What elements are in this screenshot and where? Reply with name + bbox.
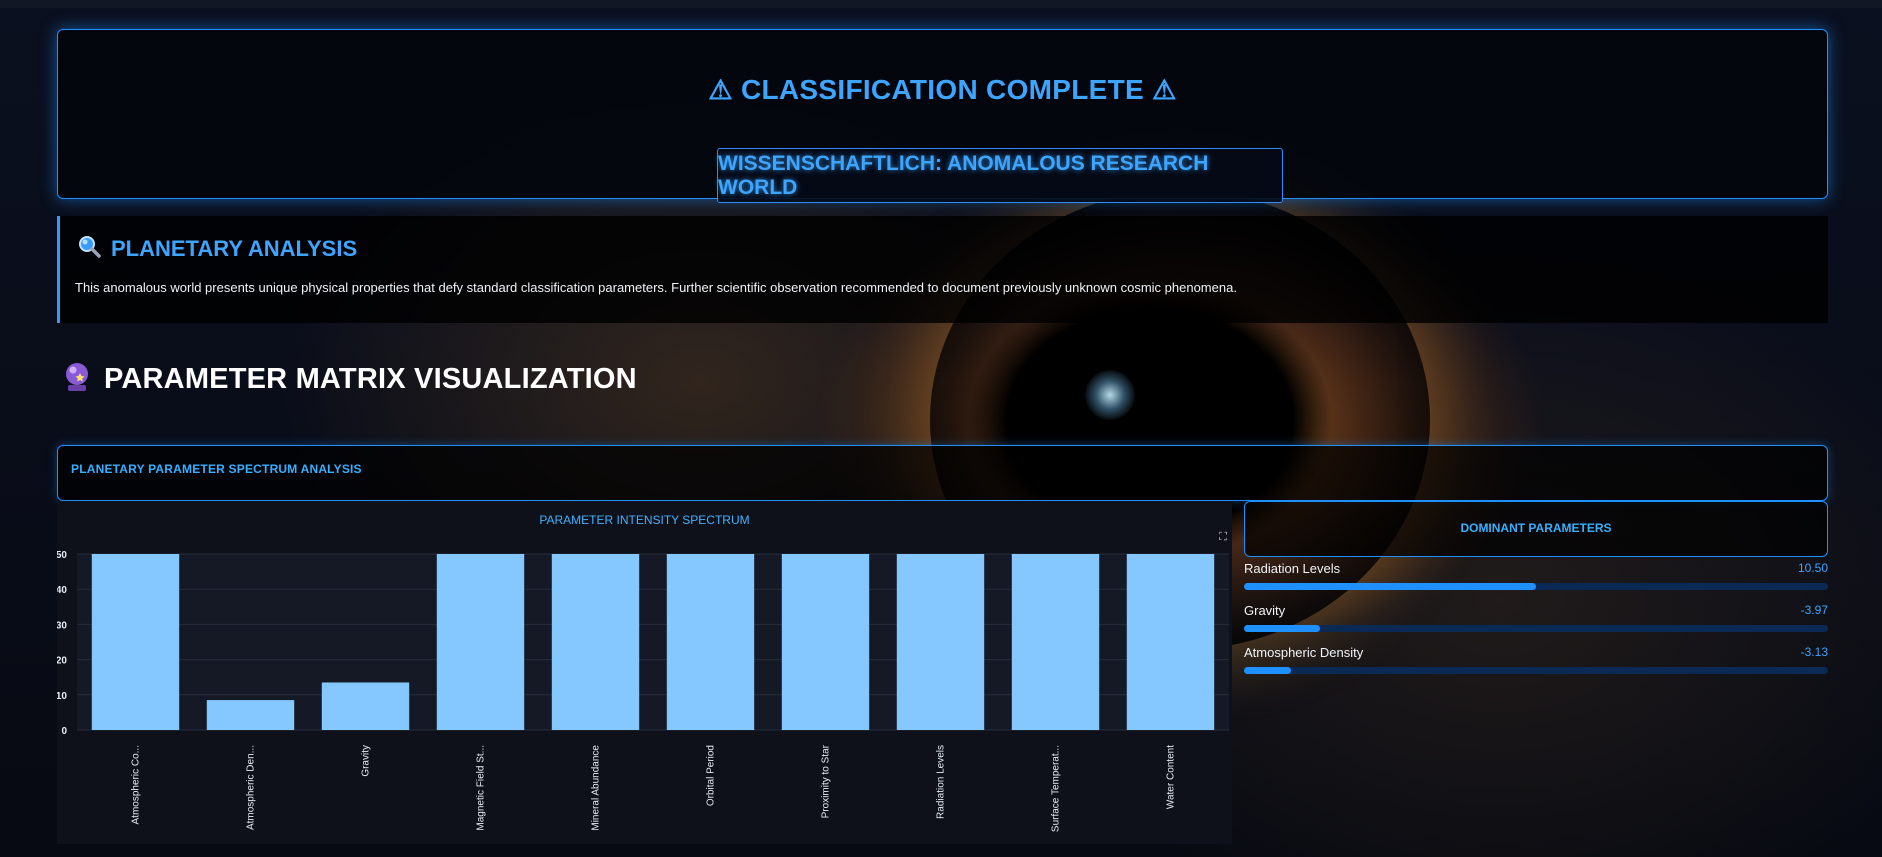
param-bar-track [1244, 625, 1828, 632]
x-tick-label: Proximity to Star [821, 744, 832, 818]
bar[interactable] [666, 554, 755, 730]
bar[interactable] [321, 682, 410, 730]
param-bar-fill [1244, 667, 1291, 674]
chart-title: PARAMETER INTENSITY SPECTRUM [539, 513, 750, 527]
param-name: Gravity [1244, 603, 1286, 618]
crystal-ball-icon [62, 361, 92, 398]
analysis-heading: PLANETARY ANALYSIS [111, 235, 358, 261]
dominant-parameters-header: DOMINANT PARAMETERS [1244, 501, 1828, 557]
intensity-bar-chart: 0 10 20 30 40 50 Atmospheric Co... Atmospheric … [57, 550, 1229, 832]
magnifier-icon [77, 234, 101, 263]
param-value: -3.97 [1800, 603, 1828, 617]
fullscreen-icon[interactable]: ⛶ [1217, 531, 1229, 543]
param-bar-fill [1244, 625, 1320, 632]
matrix-heading-text: PARAMETER MATRIX VISUALIZATION [104, 363, 637, 395]
analysis-description: This anomalous world presents unique phy… [75, 280, 1237, 295]
bar[interactable] [896, 554, 985, 730]
classification-banner: ⚠ CLASSIFICATION COMPLETE ⚠ WISSENSCHAFT… [57, 29, 1828, 203]
classification-badge: WISSENSCHAFTLICH: ANOMALOUS RESEARCH WOR… [717, 148, 1283, 203]
bar[interactable] [91, 554, 180, 730]
bar[interactable] [206, 700, 295, 730]
intensity-chart-panel: 0 10 20 30 40 50 Atmospheric Co... Atmospheric … [57, 501, 1232, 844]
param-name: Atmospheric Density [1244, 645, 1364, 660]
y-tick-label: 50 [57, 550, 67, 561]
x-tick-label: Mineral Abundance [591, 745, 602, 831]
bar[interactable] [1011, 554, 1100, 730]
dominant-param-atmospheric-density: Atmospheric Density -3.13 [1244, 645, 1828, 679]
top-bar [0, 0, 1882, 8]
warning-icon: ⚠ [708, 75, 733, 105]
dominant-param-gravity: Gravity -3.97 [1244, 603, 1828, 637]
warning-icon: ⚠ [1152, 75, 1177, 105]
y-tick-label: 10 [57, 691, 67, 702]
y-tick-label: 40 [57, 585, 67, 596]
x-tick-label: Atmospheric Co... [131, 745, 142, 824]
bar[interactable] [1126, 554, 1215, 730]
dominant-parameters-title: DOMINANT PARAMETERS [1460, 521, 1612, 535]
x-tick-label: Orbital Period [706, 745, 717, 806]
y-tick-label: 20 [57, 656, 67, 667]
spectrum-analysis-title: PLANETARY PARAMETER SPECTRUM ANALYSIS [71, 462, 362, 476]
param-value: 10.50 [1797, 561, 1828, 575]
bar[interactable] [551, 554, 640, 730]
x-tick-label: Water Content [1166, 745, 1177, 809]
spectrum-analysis-header: PLANETARY PARAMETER SPECTRUM ANALYSIS [57, 445, 1828, 501]
matrix-heading: PARAMETER MATRIX VISUALIZATION [62, 361, 637, 398]
classification-title-text: CLASSIFICATION COMPLETE [740, 74, 1145, 105]
bar[interactable] [436, 554, 525, 730]
param-bar-fill [1244, 583, 1536, 590]
x-tick-label: Radiation Levels [936, 745, 947, 819]
x-tick-label: Magnetic Field St... [476, 745, 487, 831]
param-name: Radiation Levels [1244, 561, 1341, 576]
x-tick-label: Surface Temperat... [1051, 745, 1062, 832]
param-value: -3.13 [1800, 645, 1828, 659]
classification-title: ⚠ CLASSIFICATION COMPLETE ⚠ [58, 74, 1827, 106]
y-tick-label: 0 [61, 726, 67, 737]
x-tick-label: Gravity [361, 745, 372, 777]
planetary-analysis-card: PLANETARY ANALYSIS This anomalous world … [57, 216, 1828, 323]
bar[interactable] [781, 554, 870, 730]
y-tick-label: 30 [57, 620, 67, 631]
x-tick-label: Atmospheric Den... [246, 745, 257, 830]
param-bar-track [1244, 583, 1828, 590]
star-flare [1085, 370, 1135, 420]
dominant-param-radiation: Radiation Levels 10.50 [1244, 561, 1828, 595]
param-bar-track [1244, 667, 1828, 674]
